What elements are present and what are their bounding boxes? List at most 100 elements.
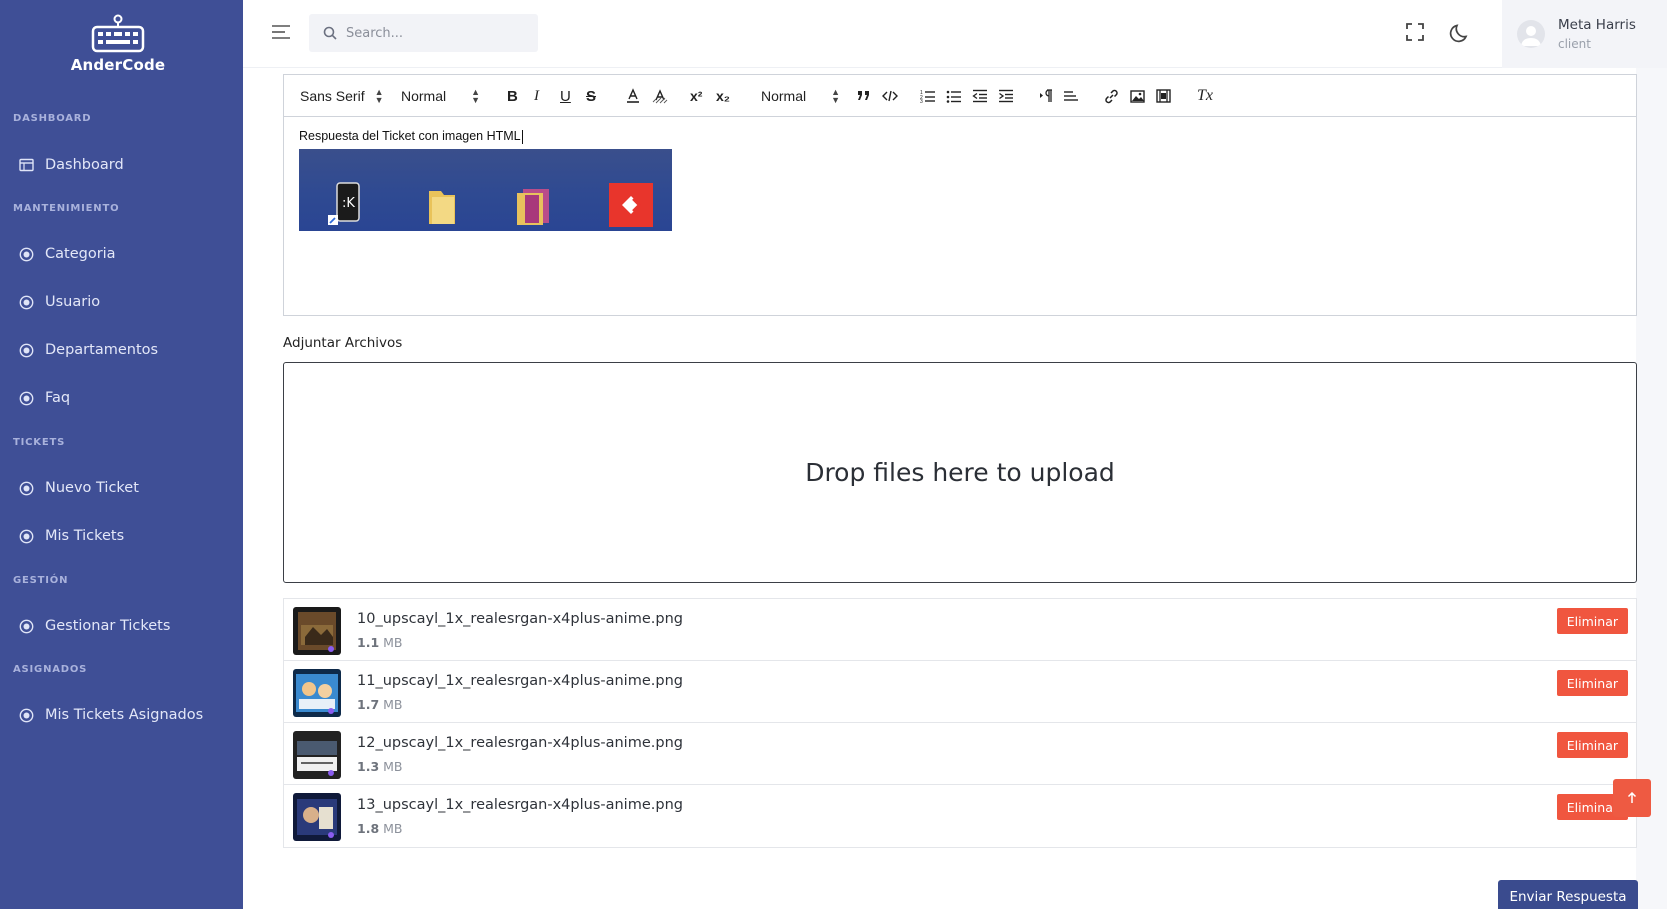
sidebar-item-faq[interactable]: Faq — [18, 386, 70, 410]
search-input[interactable] — [346, 25, 516, 41]
delete-file-button[interactable]: Eliminar — [1556, 670, 1628, 696]
nav-section-mantenimiento: MANTENIMIENTO — [13, 203, 120, 214]
top-header: Meta Harris client — [243, 0, 1667, 68]
editor-text-value: Respuesta del Ticket con imagen HTML — [299, 129, 521, 143]
brand-logo[interactable]: AnderCode — [0, 14, 236, 74]
clear-format-button[interactable]: Tx — [1197, 86, 1213, 106]
user-name: Meta Harris — [1558, 17, 1636, 33]
circle-bullet-icon — [18, 294, 35, 311]
file-preview-row: 10_upscayl_1x_realesrgan-x4plus-anime.pn… — [283, 598, 1637, 662]
sidebar-item-label: Nuevo Ticket — [45, 480, 139, 496]
send-reply-button[interactable]: Enviar Respuesta — [1498, 880, 1638, 909]
select-arrows-icon: ▲ ▼ — [831, 87, 841, 105]
text-direction-icon[interactable] — [1039, 86, 1053, 106]
embedded-desktop-image[interactable]: :K — [299, 148, 672, 231]
indent-icon[interactable] — [998, 86, 1014, 106]
sidebar-item-dashboard[interactable]: Dashboard — [18, 153, 124, 177]
outdent-icon[interactable] — [972, 86, 988, 106]
attachments-label: Adjuntar Archivos — [283, 335, 403, 351]
superscript-button[interactable]: x² — [690, 86, 702, 106]
circle-bullet-icon — [18, 342, 35, 359]
file-size-unit: MB — [383, 759, 403, 774]
font-size-select[interactable]: Normal ▲ ▼ — [401, 86, 480, 106]
italic-button[interactable]: I — [534, 86, 539, 106]
nav-section-gestion: GESTIÓN — [13, 575, 69, 586]
strike-button[interactable]: S — [586, 86, 596, 106]
sidebar-item-label: Faq — [45, 390, 71, 406]
file-dropzone[interactable]: Drop files here to upload — [283, 362, 1637, 583]
select-arrows-icon: ▲ ▼ — [374, 87, 384, 105]
editor-content-area[interactable]: Respuesta del Ticket con imagen HTML :K — [299, 129, 672, 231]
sidebar-item-label: Mis Tickets — [45, 528, 125, 544]
nav-section-asignados: ASIGNADOS — [13, 664, 88, 675]
search-icon — [323, 26, 337, 40]
circle-bullet-icon — [18, 480, 35, 497]
font-family-value: Sans Serif — [300, 88, 365, 104]
bullet-list-icon[interactable] — [946, 86, 961, 106]
file-thumbnail — [293, 731, 341, 779]
file-preview-row: 13_upscayl_1x_realesrgan-x4plus-anime.pn… — [283, 784, 1637, 848]
select-arrows-icon: ▲ ▼ — [471, 87, 481, 105]
file-name: 10_upscayl_1x_realesrgan-x4plus-anime.pn… — [357, 611, 683, 627]
sidebar-item-mis-tickets-asignados[interactable]: Mis Tickets Asignados — [18, 703, 203, 727]
bold-button[interactable]: B — [507, 86, 518, 106]
search-box[interactable] — [309, 14, 538, 52]
dark-mode-moon-icon[interactable] — [1449, 22, 1471, 44]
file-size-unit: MB — [383, 635, 403, 650]
sidebar-item-departamentos[interactable]: Departamentos — [18, 338, 158, 362]
delete-file-button[interactable]: Eliminar — [1556, 608, 1628, 634]
nav-section-tickets: TICKETS — [13, 437, 66, 448]
underline-button[interactable]: U — [560, 86, 571, 106]
sidebar-item-label: Gestionar Tickets — [45, 618, 171, 634]
font-size-value: Normal — [401, 88, 447, 104]
editor-content-text[interactable]: Respuesta del Ticket con imagen HTML — [299, 129, 672, 144]
menu-toggle-icon[interactable] — [271, 24, 291, 42]
sidebar-item-usuario[interactable]: Usuario — [18, 290, 100, 314]
sidebar-item-label: Dashboard — [45, 157, 124, 173]
blockquote-icon[interactable] — [857, 86, 870, 106]
user-role: client — [1558, 37, 1591, 51]
file-size-value: 1.1 — [357, 635, 380, 650]
text-color-icon[interactable] — [626, 86, 640, 106]
file-preview-row: 11_upscayl_1x_realesrgan-x4plus-anime.pn… — [283, 660, 1637, 724]
file-name: 12_upscayl_1x_realesrgan-x4plus-anime.pn… — [357, 735, 683, 751]
avatar — [1517, 20, 1545, 48]
user-menu[interactable]: Meta Harris client — [1502, 0, 1667, 68]
sidebar-item-nuevo-ticket[interactable]: Nuevo Ticket — [18, 476, 139, 500]
file-name: 13_upscayl_1x_realesrgan-x4plus-anime.pn… — [357, 797, 683, 813]
file-size: 1.1 MB — [357, 635, 403, 650]
sidebar-item-categoria[interactable]: Categoria — [18, 242, 116, 266]
heading-select[interactable]: Normal ▲ ▼ — [761, 86, 840, 106]
sidebar-item-label: Mis Tickets Asignados — [45, 707, 204, 723]
brand-name: AnderCode — [70, 56, 166, 74]
scroll-to-top-button[interactable] — [1613, 779, 1651, 817]
sidebar-item-label: Categoria — [45, 246, 116, 262]
font-family-select[interactable]: Sans Serif ▲ ▼ — [300, 86, 384, 106]
sidebar-item-mis-tickets[interactable]: Mis Tickets — [18, 524, 124, 548]
circle-bullet-icon — [18, 618, 35, 635]
main-content: Sans Serif ▲ ▼ Normal ▲ ▼ B I U S x² x₂ No… — [243, 68, 1667, 909]
fullscreen-icon[interactable] — [1405, 22, 1427, 44]
align-icon[interactable] — [1064, 86, 1078, 106]
background-color-icon[interactable] — [652, 86, 668, 106]
circle-bullet-icon — [18, 528, 35, 545]
editor-toolbar: Sans Serif ▲ ▼ Normal ▲ ▼ B I U S x² x₂ No… — [284, 75, 1636, 117]
image-icon[interactable] — [1130, 86, 1145, 106]
heading-value: Normal — [761, 88, 807, 104]
ordered-list-icon[interactable]: 123 — [920, 86, 935, 106]
sidebar: AnderCode DASHBOARD Dashboard MANTENIMIE… — [0, 0, 243, 909]
delete-file-button[interactable]: Eliminar — [1556, 732, 1628, 758]
video-icon[interactable] — [1156, 86, 1171, 106]
link-icon[interactable] — [1104, 86, 1119, 106]
file-thumbnail — [293, 669, 341, 717]
subscript-button[interactable]: x₂ — [716, 86, 730, 106]
file-thumbnail — [293, 793, 341, 841]
file-preview-row: 12_upscayl_1x_realesrgan-x4plus-anime.pn… — [283, 722, 1637, 786]
rich-text-editor: Sans Serif ▲ ▼ Normal ▲ ▼ B I U S x² x₂ No… — [283, 74, 1637, 316]
code-block-icon[interactable] — [882, 86, 898, 106]
sidebar-item-gestionar-tickets[interactable]: Gestionar Tickets — [18, 614, 170, 638]
circle-bullet-icon — [18, 707, 35, 724]
file-size: 1.7 MB — [357, 697, 403, 712]
dropzone-message: Drop files here to upload — [805, 458, 1115, 487]
file-size-unit: MB — [383, 821, 403, 836]
